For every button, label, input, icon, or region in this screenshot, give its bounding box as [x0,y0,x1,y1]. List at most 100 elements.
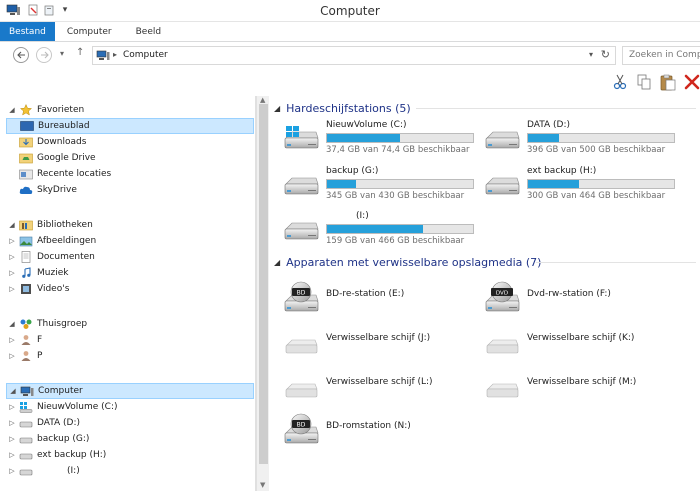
copy-icon[interactable] [634,72,654,92]
cut-icon[interactable] [610,72,630,92]
nav-item-recente-locaties[interactable]: Recente locaties [6,166,254,182]
address-dropdown-icon[interactable]: ▾ [589,50,593,59]
expand-icon[interactable]: ▷ [6,285,18,293]
expand-icon[interactable]: ▷ [6,352,18,360]
drive-tile-d[interactable]: DATA (D:) 396 GB van 500 GB beschikbaar [471,120,675,160]
device-name: Verwisselbare schijf (M:) [527,377,637,387]
device-tile-k[interactable]: Verwisselbare schijf (K:) [471,320,671,360]
expand-icon[interactable]: ▷ [6,419,18,427]
nav-item-drive-g[interactable]: ▷ backup (G:) [6,431,254,447]
paste-icon[interactable] [658,72,678,92]
nav-item-muziek[interactable]: ▷ Muziek [6,265,254,281]
scrollbar-thumb[interactable] [259,104,268,464]
up-arrow-icon[interactable]: ↑ [76,47,84,58]
collapse-group-icon[interactable]: ◢ [274,258,280,267]
forward-button[interactable] [36,47,52,63]
device-tile-n[interactable]: BD BD-romstation (N:) [270,408,470,448]
nav-item-downloads[interactable]: Downloads [6,134,254,150]
refresh-icon[interactable]: ↻ [601,48,610,61]
expand-icon[interactable]: ▷ [6,403,18,411]
device-name: BD-re-station (E:) [326,289,405,299]
hard-drive-icon [18,449,34,461]
nav-item-drive-i[interactable]: ▷ (I:) [6,463,254,479]
free-space-text: 37,4 GB van 74,4 GB beschikbaar [326,145,470,155]
delete-icon[interactable] [682,72,700,92]
nav-item-drive-h[interactable]: ▷ ext backup (H:) [6,447,254,463]
user-icon [18,350,34,362]
collapse-icon[interactable]: ◢ [6,221,18,229]
tab-beeld[interactable]: Beeld [124,22,173,41]
capacity-bar [326,179,474,189]
nav-item-google-drive[interactable]: Google Drive [6,150,254,166]
windows-drive-icon [18,401,34,413]
tab-computer[interactable]: Computer [55,22,124,41]
expand-icon[interactable]: ▷ [6,435,18,443]
device-tile-m[interactable]: Verwisselbare schijf (M:) [471,364,671,404]
expand-icon[interactable]: ▷ [6,269,18,277]
bd-rom-drive-icon: BD [282,413,320,446]
nav-label: Bureaublad [38,121,90,131]
back-button[interactable] [13,47,29,63]
drive-name: ext backup (H:) [527,166,597,176]
nav-item-homegroup-p[interactable]: ▷ P [6,348,254,364]
recent-places-icon [18,168,34,180]
nav-label: Muziek [37,268,69,278]
nav-item-bureaublad[interactable]: Bureaublad [6,118,254,134]
expand-icon[interactable]: ▷ [6,253,18,261]
device-tile-l[interactable]: Verwisselbare schijf (L:) [270,364,470,404]
drive-tile-h[interactable]: ext backup (H:) 300 GB van 464 GB beschi… [471,166,675,206]
group-title: Apparaten met verwisselbare opslagmedia … [286,255,542,269]
nav-computer[interactable]: ◢ Computer [6,383,254,399]
removable-drive-icon [282,368,320,402]
expand-icon[interactable]: ▷ [6,336,18,344]
expand-icon[interactable]: ▷ [6,451,18,459]
device-tile-j[interactable]: Verwisselbare schijf (J:) [270,320,470,360]
nav-item-videos[interactable]: ▷ Video's [6,281,254,297]
device-tile-f[interactable]: DVD Dvd-rw-station (F:) [471,276,671,316]
drive-name: DATA (D:) [527,120,571,130]
scroll-down-icon[interactable]: ▼ [260,481,265,489]
drive-tile-g[interactable]: backup (G:) 345 GB van 430 GB beschikbaa… [270,166,474,206]
tab-bestand[interactable]: Bestand [0,22,55,41]
nav-label: DATA (D:) [37,418,81,428]
hard-drive-icon [282,217,320,245]
scroll-up-icon[interactable]: ▲ [260,96,265,104]
nav-homegroup[interactable]: ◢ Thuisgroep [6,316,254,332]
nav-label: (I:) [67,466,80,476]
nav-label: Documenten [37,252,95,262]
nav-item-homegroup-f[interactable]: ▷ F [6,332,254,348]
drive-tile-i[interactable]: (I:) 159 GB van 466 GB beschikbaar [270,211,474,251]
removable-drive-icon [483,368,521,402]
collapse-icon[interactable]: ◢ [6,106,18,114]
device-tile-e[interactable]: BD BD-re-station (E:) [270,276,470,316]
address-bar[interactable]: ▸ Computer ▾ ↻ [92,46,616,65]
dvd-logo-text: DVD [496,291,508,297]
drive-tile-c[interactable]: NieuwVolume (C:) 37,4 GB van 74,4 GB bes… [270,120,474,160]
recent-locations-chevron-icon[interactable]: ▾ [60,49,64,58]
collapse-icon[interactable]: ◢ [6,320,18,328]
search-input[interactable]: Zoeken in Comp [622,46,700,65]
content-pane: ◢ Hardeschijfstations (5) NieuwVolume (C… [270,96,700,491]
collapse-icon[interactable]: ◢ [7,387,19,395]
nav-label: P [37,351,43,361]
collapse-group-icon[interactable]: ◢ [274,104,280,113]
window-title: Computer [320,4,380,18]
nav-item-afbeeldingen[interactable]: ▷ Afbeeldingen [6,233,254,249]
breadcrumb-separator-icon[interactable]: ▸ [113,50,117,59]
command-toolbar [0,68,700,96]
group-header-hard-drives[interactable]: ◢ Hardeschijfstations (5) [274,100,411,116]
nav-item-documenten[interactable]: ▷ Documenten [6,249,254,265]
group-header-removable[interactable]: ◢ Apparaten met verwisselbare opslagmedi… [274,254,541,270]
expand-icon[interactable]: ▷ [6,237,18,245]
navigation-scrollbar[interactable]: ▲ ▼ [256,96,269,491]
expand-icon[interactable]: ▷ [6,467,18,475]
capacity-fill [327,134,400,142]
nav-item-drive-d[interactable]: ▷ DATA (D:) [6,415,254,431]
drive-name: (I:) [356,211,369,221]
search-placeholder: Zoeken in Comp [629,50,700,60]
breadcrumb-computer[interactable]: Computer [123,50,168,60]
nav-item-skydrive[interactable]: SkyDrive [6,182,254,198]
nav-libraries[interactable]: ◢ Bibliotheken [6,217,254,233]
nav-item-drive-c[interactable]: ▷ NieuwVolume (C:) [6,399,254,415]
nav-favorites[interactable]: ◢ Favorieten [6,102,254,118]
